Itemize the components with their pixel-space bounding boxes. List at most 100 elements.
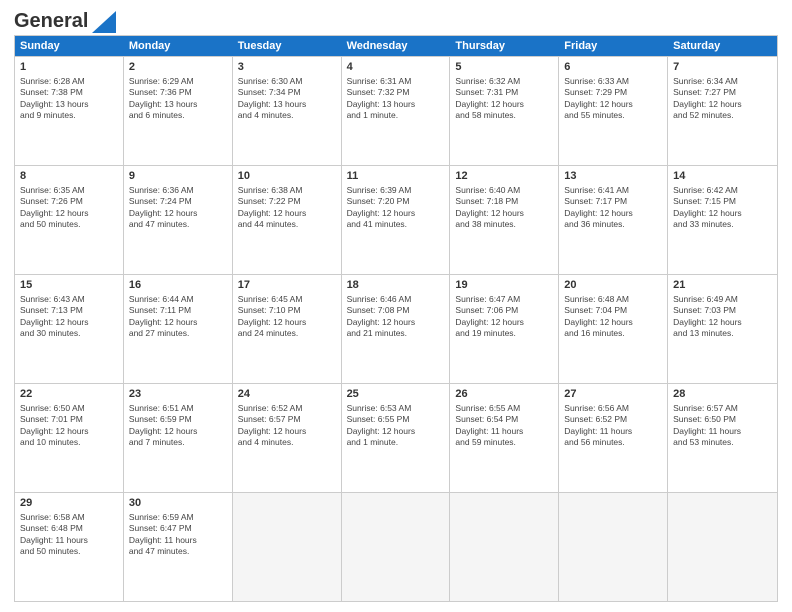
day-info: Sunrise: 6:53 AM Sunset: 6:55 PM Dayligh… (347, 403, 445, 449)
logo: General (14, 10, 116, 29)
calendar-cell: 9Sunrise: 6:36 AM Sunset: 7:24 PM Daylig… (124, 166, 233, 274)
day-number: 29 (20, 496, 118, 511)
calendar-cell: 20Sunrise: 6:48 AM Sunset: 7:04 PM Dayli… (559, 275, 668, 383)
calendar-cell (559, 493, 668, 601)
calendar-cell: 19Sunrise: 6:47 AM Sunset: 7:06 PM Dayli… (450, 275, 559, 383)
header-saturday: Saturday (668, 36, 777, 56)
header-friday: Friday (559, 36, 668, 56)
day-number: 20 (564, 278, 662, 293)
calendar-body: 1Sunrise: 6:28 AM Sunset: 7:38 PM Daylig… (15, 56, 777, 601)
day-info: Sunrise: 6:38 AM Sunset: 7:22 PM Dayligh… (238, 185, 336, 231)
day-number: 5 (455, 60, 553, 75)
calendar-header: Sunday Monday Tuesday Wednesday Thursday… (15, 36, 777, 56)
logo-general: General (14, 10, 88, 33)
calendar-cell: 8Sunrise: 6:35 AM Sunset: 7:26 PM Daylig… (15, 166, 124, 274)
day-number: 9 (129, 169, 227, 184)
calendar-row-2: 15Sunrise: 6:43 AM Sunset: 7:13 PM Dayli… (15, 274, 777, 383)
calendar-cell: 5Sunrise: 6:32 AM Sunset: 7:31 PM Daylig… (450, 57, 559, 165)
day-number: 21 (673, 278, 772, 293)
day-number: 24 (238, 387, 336, 402)
calendar-cell: 12Sunrise: 6:40 AM Sunset: 7:18 PM Dayli… (450, 166, 559, 274)
day-info: Sunrise: 6:51 AM Sunset: 6:59 PM Dayligh… (129, 403, 227, 449)
header-tuesday: Tuesday (233, 36, 342, 56)
calendar-cell (450, 493, 559, 601)
day-number: 8 (20, 169, 118, 184)
day-number: 23 (129, 387, 227, 402)
day-number: 26 (455, 387, 553, 402)
day-info: Sunrise: 6:42 AM Sunset: 7:15 PM Dayligh… (673, 185, 772, 231)
day-info: Sunrise: 6:48 AM Sunset: 7:04 PM Dayligh… (564, 294, 662, 340)
calendar-cell: 28Sunrise: 6:57 AM Sunset: 6:50 PM Dayli… (668, 384, 777, 492)
calendar-cell (668, 493, 777, 601)
calendar-cell: 17Sunrise: 6:45 AM Sunset: 7:10 PM Dayli… (233, 275, 342, 383)
day-number: 10 (238, 169, 336, 184)
day-info: Sunrise: 6:52 AM Sunset: 6:57 PM Dayligh… (238, 403, 336, 449)
day-info: Sunrise: 6:49 AM Sunset: 7:03 PM Dayligh… (673, 294, 772, 340)
calendar-cell: 1Sunrise: 6:28 AM Sunset: 7:38 PM Daylig… (15, 57, 124, 165)
day-number: 13 (564, 169, 662, 184)
calendar-row-4: 29Sunrise: 6:58 AM Sunset: 6:48 PM Dayli… (15, 492, 777, 601)
logo-icon (88, 11, 116, 33)
calendar-cell: 23Sunrise: 6:51 AM Sunset: 6:59 PM Dayli… (124, 384, 233, 492)
day-info: Sunrise: 6:41 AM Sunset: 7:17 PM Dayligh… (564, 185, 662, 231)
calendar-cell: 11Sunrise: 6:39 AM Sunset: 7:20 PM Dayli… (342, 166, 451, 274)
calendar-cell: 4Sunrise: 6:31 AM Sunset: 7:32 PM Daylig… (342, 57, 451, 165)
calendar-cell: 14Sunrise: 6:42 AM Sunset: 7:15 PM Dayli… (668, 166, 777, 274)
day-info: Sunrise: 6:58 AM Sunset: 6:48 PM Dayligh… (20, 512, 118, 558)
calendar-cell: 21Sunrise: 6:49 AM Sunset: 7:03 PM Dayli… (668, 275, 777, 383)
day-number: 6 (564, 60, 662, 75)
day-number: 30 (129, 496, 227, 511)
day-number: 28 (673, 387, 772, 402)
calendar-cell: 24Sunrise: 6:52 AM Sunset: 6:57 PM Dayli… (233, 384, 342, 492)
header: General (14, 10, 778, 29)
header-sunday: Sunday (15, 36, 124, 56)
day-number: 2 (129, 60, 227, 75)
day-info: Sunrise: 6:40 AM Sunset: 7:18 PM Dayligh… (455, 185, 553, 231)
day-info: Sunrise: 6:45 AM Sunset: 7:10 PM Dayligh… (238, 294, 336, 340)
calendar-cell: 22Sunrise: 6:50 AM Sunset: 7:01 PM Dayli… (15, 384, 124, 492)
header-thursday: Thursday (450, 36, 559, 56)
calendar-cell: 2Sunrise: 6:29 AM Sunset: 7:36 PM Daylig… (124, 57, 233, 165)
day-info: Sunrise: 6:59 AM Sunset: 6:47 PM Dayligh… (129, 512, 227, 558)
day-info: Sunrise: 6:55 AM Sunset: 6:54 PM Dayligh… (455, 403, 553, 449)
day-info: Sunrise: 6:46 AM Sunset: 7:08 PM Dayligh… (347, 294, 445, 340)
header-monday: Monday (124, 36, 233, 56)
day-info: Sunrise: 6:50 AM Sunset: 7:01 PM Dayligh… (20, 403, 118, 449)
calendar: Sunday Monday Tuesday Wednesday Thursday… (14, 35, 778, 602)
day-number: 14 (673, 169, 772, 184)
day-info: Sunrise: 6:30 AM Sunset: 7:34 PM Dayligh… (238, 76, 336, 122)
day-info: Sunrise: 6:36 AM Sunset: 7:24 PM Dayligh… (129, 185, 227, 231)
calendar-row-1: 8Sunrise: 6:35 AM Sunset: 7:26 PM Daylig… (15, 165, 777, 274)
day-info: Sunrise: 6:39 AM Sunset: 7:20 PM Dayligh… (347, 185, 445, 231)
calendar-cell: 25Sunrise: 6:53 AM Sunset: 6:55 PM Dayli… (342, 384, 451, 492)
calendar-cell: 3Sunrise: 6:30 AM Sunset: 7:34 PM Daylig… (233, 57, 342, 165)
calendar-cell (233, 493, 342, 601)
day-info: Sunrise: 6:57 AM Sunset: 6:50 PM Dayligh… (673, 403, 772, 449)
calendar-cell: 18Sunrise: 6:46 AM Sunset: 7:08 PM Dayli… (342, 275, 451, 383)
day-info: Sunrise: 6:56 AM Sunset: 6:52 PM Dayligh… (564, 403, 662, 449)
calendar-cell (342, 493, 451, 601)
calendar-cell: 16Sunrise: 6:44 AM Sunset: 7:11 PM Dayli… (124, 275, 233, 383)
day-number: 7 (673, 60, 772, 75)
day-info: Sunrise: 6:34 AM Sunset: 7:27 PM Dayligh… (673, 76, 772, 122)
calendar-cell: 6Sunrise: 6:33 AM Sunset: 7:29 PM Daylig… (559, 57, 668, 165)
day-number: 12 (455, 169, 553, 184)
day-info: Sunrise: 6:33 AM Sunset: 7:29 PM Dayligh… (564, 76, 662, 122)
day-info: Sunrise: 6:28 AM Sunset: 7:38 PM Dayligh… (20, 76, 118, 122)
day-number: 19 (455, 278, 553, 293)
calendar-cell: 27Sunrise: 6:56 AM Sunset: 6:52 PM Dayli… (559, 384, 668, 492)
day-number: 18 (347, 278, 445, 293)
day-info: Sunrise: 6:31 AM Sunset: 7:32 PM Dayligh… (347, 76, 445, 122)
calendar-cell: 7Sunrise: 6:34 AM Sunset: 7:27 PM Daylig… (668, 57, 777, 165)
day-number: 17 (238, 278, 336, 293)
page: General Sunday Monday Tuesday Wednesday … (0, 0, 792, 612)
day-number: 27 (564, 387, 662, 402)
calendar-cell: 15Sunrise: 6:43 AM Sunset: 7:13 PM Dayli… (15, 275, 124, 383)
day-info: Sunrise: 6:29 AM Sunset: 7:36 PM Dayligh… (129, 76, 227, 122)
header-wednesday: Wednesday (342, 36, 451, 56)
calendar-cell: 26Sunrise: 6:55 AM Sunset: 6:54 PM Dayli… (450, 384, 559, 492)
day-number: 16 (129, 278, 227, 293)
calendar-cell: 13Sunrise: 6:41 AM Sunset: 7:17 PM Dayli… (559, 166, 668, 274)
day-number: 1 (20, 60, 118, 75)
day-number: 4 (347, 60, 445, 75)
